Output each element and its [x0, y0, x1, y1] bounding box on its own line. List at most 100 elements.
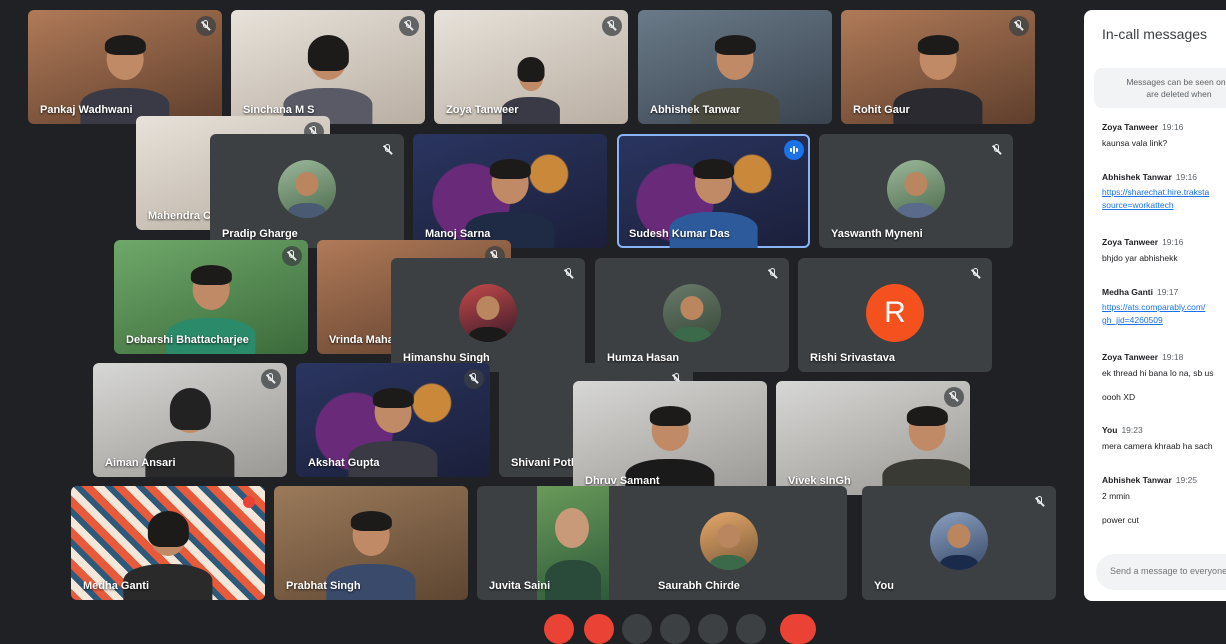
- participant-name: Prabhat Singh: [286, 580, 361, 592]
- participant-tile[interactable]: Sudesh Kumar Das: [617, 134, 810, 248]
- message-sender: Zoya Tanweer: [1102, 122, 1159, 132]
- message-input[interactable]: [1108, 565, 1226, 577]
- recording-dot-icon: [243, 496, 255, 508]
- mic-off-icon: [1030, 492, 1050, 512]
- participant-tile[interactable]: Vivek sInGh: [776, 381, 970, 495]
- participant-tile[interactable]: Abhishek Tanwar: [638, 10, 832, 124]
- participant-avatar: [663, 283, 721, 342]
- mic-off-icon: [602, 16, 622, 36]
- participant-tile[interactable]: Akshat Gupta: [296, 363, 490, 477]
- participant-tile[interactable]: Dhruv Samant: [573, 381, 767, 495]
- participant-avatar-initial: R: [866, 283, 924, 342]
- participant-tile[interactable]: Manoj Sarna: [413, 134, 607, 248]
- participant-tile[interactable]: Humza Hasan: [595, 258, 789, 372]
- participant-name: Vrinda Maha: [329, 334, 394, 346]
- participant-tile[interactable]: Pankaj Wadhwani: [28, 10, 222, 124]
- chat-message: Abhishek Tanwar 19:25 2 mmin power cut: [1102, 475, 1197, 525]
- message-sender: You: [1102, 425, 1118, 435]
- participant-name: Pradip Gharge: [222, 228, 298, 240]
- message-text: mera camera khraab ha sach: [1102, 441, 1213, 451]
- participant-tile[interactable]: Rohit Gaur: [841, 10, 1035, 124]
- participant-tile[interactable]: Prabhat Singh: [274, 486, 468, 600]
- participant-tile[interactable]: Zoya Tanweer: [434, 10, 628, 124]
- chat-message: Zoya Tanweer 19:18 ek thread hi bana lo n…: [1102, 352, 1214, 402]
- participant-avatar: [930, 511, 988, 570]
- mic-off-icon: [399, 16, 419, 36]
- mic-off-icon: [944, 387, 964, 407]
- message-time: 19:16: [1162, 237, 1184, 247]
- mic-off-icon: [1009, 16, 1029, 36]
- message-sender: Zoya Tanweer: [1102, 352, 1159, 362]
- panel-title: In-call messages: [1102, 26, 1208, 42]
- participant-tile[interactable]: Medha Ganti: [71, 486, 265, 600]
- participant-tile[interactable]: You: [862, 486, 1056, 600]
- message-time: 19:17: [1157, 287, 1179, 297]
- message-time: 19:25: [1175, 475, 1198, 485]
- participant-name: Aiman Ansari: [105, 457, 176, 469]
- participant-tile[interactable]: Yaswanth Myneni: [819, 134, 1013, 248]
- participant-tile[interactable]: Aiman Ansari: [93, 363, 287, 477]
- participant-name: Sudesh Kumar Das: [629, 228, 730, 240]
- participant-tile[interactable]: R Rishi Srivastava: [798, 258, 992, 372]
- message-text: oooh XD: [1102, 392, 1136, 402]
- participant-tile[interactable]: Pradip Gharge: [210, 134, 404, 248]
- message-time: 19:18: [1162, 352, 1184, 362]
- message-text: 2 mmin: [1102, 491, 1130, 501]
- participant-name: Zoya Tanweer: [446, 104, 519, 116]
- participant-name: Rishi Srivastava: [810, 352, 895, 364]
- chat-message: Zoya Tanweer 19:16 kaunsa vala link?: [1102, 122, 1183, 148]
- mic-off-icon: [966, 264, 986, 284]
- participant-video: [882, 404, 970, 495]
- participant-tile[interactable]: Sinchana M S: [231, 10, 425, 124]
- message-link[interactable]: source=workattech: [1102, 199, 1209, 212]
- participant-name: Debarshi Bhattacharjee: [126, 334, 249, 346]
- participant-name: You: [874, 580, 894, 592]
- speaking-indicator-icon: [784, 140, 804, 160]
- message-sender: Abhishek Tanwar: [1102, 475, 1172, 485]
- participant-name: Medha Ganti: [83, 580, 150, 592]
- mic-off-icon: [196, 16, 216, 36]
- mic-off-icon: [763, 264, 783, 284]
- mic-off-icon: [559, 264, 579, 284]
- message-text: bhjdo yar abhishekk: [1102, 253, 1178, 263]
- chat-notice: Messages can be seen only are deleted wh…: [1094, 68, 1226, 108]
- participant-name: Yaswanth Myneni: [831, 228, 923, 240]
- participant-name: Rohit Gaur: [853, 104, 910, 116]
- participant-name: Akshat Gupta: [308, 457, 380, 469]
- participant-tile[interactable]: Debarshi Bhattacharjee: [114, 240, 308, 354]
- participant-tile[interactable]: Himanshu Singh: [391, 258, 585, 372]
- participant-tile[interactable]: Saurabh Chirde: [610, 486, 847, 600]
- participant-name: Shivani Pothi: [511, 457, 581, 469]
- message-text: kaunsa vala link?: [1102, 138, 1168, 148]
- participant-name: Manoj Sarna: [425, 228, 491, 240]
- message-link[interactable]: https://ats.comparably.com/: [1102, 301, 1205, 314]
- participant-avatar: [278, 159, 336, 218]
- mic-off-icon: [464, 369, 484, 389]
- notice-line: are deleted when: [1146, 89, 1212, 99]
- chat-message: Zoya Tanweer 19:16 bhjdo yar abhishekk: [1102, 237, 1183, 263]
- message-time: 19:16: [1175, 172, 1198, 182]
- participant-name: Saurabh Chirde: [658, 580, 740, 592]
- participant-name: Juvita Saini: [489, 580, 551, 592]
- message-sender: Zoya Tanweer: [1102, 237, 1159, 247]
- message-sender: Abhishek Tanwar: [1102, 172, 1172, 182]
- participant-name: Mahendra Ch: [148, 210, 218, 222]
- message-text: ek thread hi bana lo na, sb us: [1102, 368, 1214, 378]
- participant-avatar: [887, 159, 945, 218]
- mic-off-icon: [282, 246, 302, 266]
- mic-off-icon: [261, 369, 281, 389]
- message-input-box[interactable]: [1096, 554, 1226, 590]
- message-text: power cut: [1102, 515, 1139, 525]
- participant-avatar: [699, 511, 758, 570]
- in-call-messages-panel: In-call messages Messages can be seen on…: [1084, 10, 1226, 601]
- chat-message: You 19:23 mera camera khraab ha sach: [1102, 425, 1213, 451]
- participant-name: Pankaj Wadhwani: [40, 104, 133, 116]
- chat-message: Abhishek Tanwar 19:16 https://sharechat.h…: [1102, 172, 1209, 212]
- participant-name: Sinchana M S: [243, 104, 315, 116]
- message-time: 19:16: [1162, 122, 1184, 132]
- notice-line: Messages can be seen only: [1126, 77, 1226, 87]
- message-sender: Medha Ganti: [1102, 287, 1154, 297]
- message-link[interactable]: https://sharechat.hire.traksta: [1102, 186, 1209, 199]
- message-link[interactable]: gh_jid=4260509: [1102, 314, 1205, 327]
- participant-avatar: [459, 283, 517, 342]
